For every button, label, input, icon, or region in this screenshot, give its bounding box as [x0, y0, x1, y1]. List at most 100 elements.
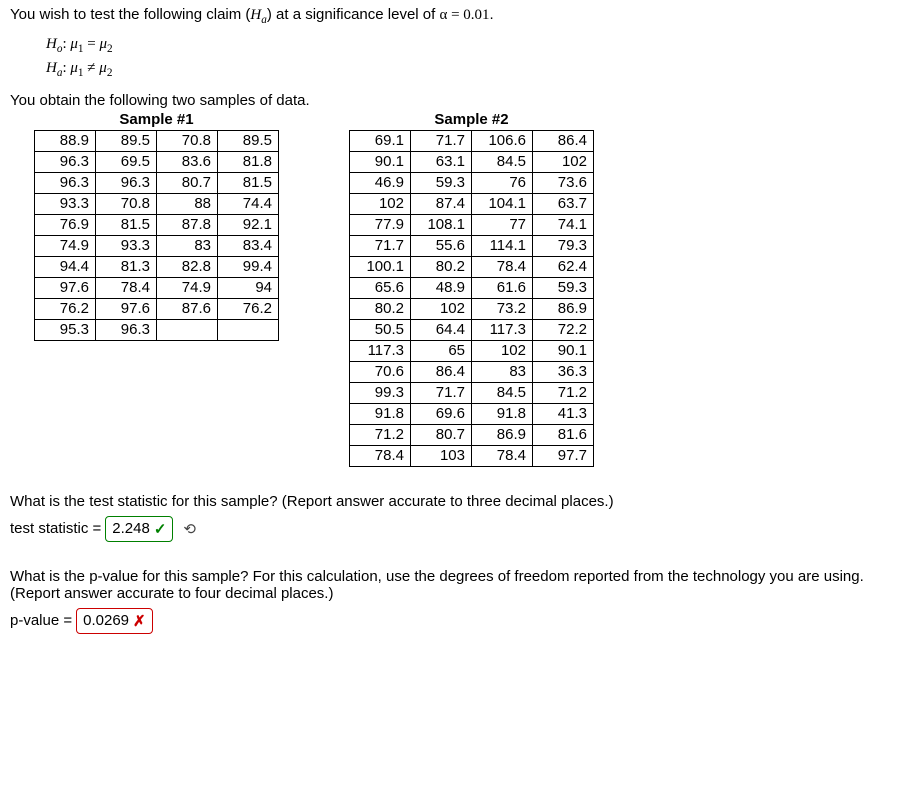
table-cell: 62.4	[533, 256, 594, 277]
table-cell: 83	[157, 235, 218, 256]
table-row: 90.163.184.5102	[350, 151, 594, 172]
check-icon: ✓	[154, 520, 167, 538]
table-cell: 96.3	[35, 151, 96, 172]
table-cell: 78.4	[350, 445, 411, 466]
cross-icon: ✗	[133, 612, 146, 630]
table-row: 91.869.691.841.3	[350, 403, 594, 424]
table-cell: 76.2	[218, 298, 279, 319]
question-2: What is the p-value for this sample? For…	[10, 568, 887, 634]
table-cell: 92.1	[218, 214, 279, 235]
table-row: 93.370.88874.4	[35, 193, 279, 214]
table-row: 65.648.961.659.3	[350, 277, 594, 298]
sample1-block: Sample #1 88.989.570.889.596.369.583.681…	[34, 111, 279, 341]
table-cell: 65.6	[350, 277, 411, 298]
table-cell: 81.3	[96, 256, 157, 277]
table-cell: 77.9	[350, 214, 411, 235]
table-row: 71.280.786.981.6	[350, 424, 594, 445]
q1-answer-input[interactable]: 2.248 ✓	[105, 516, 173, 542]
table-row: 95.396.3	[35, 319, 279, 340]
hypotheses-block: Ho: μ1 = μ2 Ha: μ1 ≠ μ2	[46, 34, 887, 82]
table-cell: 70.8	[96, 193, 157, 214]
table-cell: 80.2	[350, 298, 411, 319]
table-cell: 76.2	[35, 298, 96, 319]
table-cell: 108.1	[411, 214, 472, 235]
table-cell: 71.7	[350, 235, 411, 256]
table-cell: 59.3	[411, 172, 472, 193]
null-hypothesis: Ho: μ1 = μ2	[46, 34, 887, 58]
table-cell: 86.9	[533, 298, 594, 319]
table-cell: 81.6	[533, 424, 594, 445]
table-cell: 83.4	[218, 235, 279, 256]
sample1-title: Sample #1	[34, 111, 279, 128]
alt-hypothesis: Ha: μ1 ≠ μ2	[46, 58, 887, 82]
table-row: 94.481.382.899.4	[35, 256, 279, 277]
table-cell: 94	[218, 277, 279, 298]
table-cell: 77	[472, 214, 533, 235]
table-cell: 69.1	[350, 130, 411, 151]
table-cell: 36.3	[533, 361, 594, 382]
table-cell: 86.4	[533, 130, 594, 151]
table-cell: 106.6	[472, 130, 533, 151]
intro-line: You wish to test the following claim (Ha…	[10, 6, 887, 26]
table-cell: 71.2	[350, 424, 411, 445]
table-cell: 59.3	[533, 277, 594, 298]
q1-label: test statistic =	[10, 520, 101, 537]
table-row: 88.989.570.889.5	[35, 130, 279, 151]
table-cell: 64.4	[411, 319, 472, 340]
table-cell: 63.7	[533, 193, 594, 214]
retry-icon[interactable]: ⟲	[183, 520, 196, 538]
table-cell: 95.3	[35, 319, 96, 340]
table-cell: 96.3	[96, 172, 157, 193]
sample1-table: 88.989.570.889.596.369.583.681.896.396.3…	[34, 130, 279, 341]
intro-text-pre: You wish to test the following claim (	[10, 6, 250, 23]
table-cell: 46.9	[350, 172, 411, 193]
q2-value: 0.0269	[83, 612, 129, 629]
q1-value: 2.248	[112, 520, 150, 537]
table-cell: 104.1	[472, 193, 533, 214]
table-cell: 61.6	[472, 277, 533, 298]
table-row: 76.297.687.676.2	[35, 298, 279, 319]
q2-answer-line: p-value = 0.0269 ✗	[10, 608, 887, 634]
table-cell: 89.5	[218, 130, 279, 151]
table-cell: 73.2	[472, 298, 533, 319]
table-cell: 91.8	[472, 403, 533, 424]
table-cell	[218, 319, 279, 340]
table-cell: 70.8	[157, 130, 218, 151]
sample2-title: Sample #2	[349, 111, 594, 128]
table-row: 74.993.38383.4	[35, 235, 279, 256]
table-cell: 114.1	[472, 235, 533, 256]
table-cell: 55.6	[411, 235, 472, 256]
table-row: 117.36510290.1	[350, 340, 594, 361]
table-cell: 87.4	[411, 193, 472, 214]
table-cell: 80.7	[157, 172, 218, 193]
table-cell: 41.3	[533, 403, 594, 424]
table-cell: 50.5	[350, 319, 411, 340]
table-cell: 102	[472, 340, 533, 361]
table-row: 46.959.37673.6	[350, 172, 594, 193]
table-cell: 81.8	[218, 151, 279, 172]
table-cell: 117.3	[472, 319, 533, 340]
table-cell: 74.9	[35, 235, 96, 256]
table-row: 50.564.4117.372.2	[350, 319, 594, 340]
table-cell: 78.4	[472, 445, 533, 466]
table-cell: 89.5	[96, 130, 157, 151]
q1-prompt: What is the test statistic for this samp…	[10, 493, 887, 510]
q1-answer-line: test statistic = 2.248 ✓ ⟲	[10, 516, 887, 542]
table-row: 10287.4104.163.7	[350, 193, 594, 214]
table-cell: 97.6	[96, 298, 157, 319]
table-row: 69.171.7106.686.4	[350, 130, 594, 151]
table-cell: 93.3	[96, 235, 157, 256]
table-cell	[157, 319, 218, 340]
question-1: What is the test statistic for this samp…	[10, 493, 887, 542]
table-row: 78.410378.497.7	[350, 445, 594, 466]
table-row: 100.180.278.462.4	[350, 256, 594, 277]
table-cell: 80.2	[411, 256, 472, 277]
table-row: 97.678.474.994	[35, 277, 279, 298]
table-cell: 102	[350, 193, 411, 214]
table-cell: 88	[157, 193, 218, 214]
table-cell: 81.5	[218, 172, 279, 193]
q2-answer-input[interactable]: 0.0269 ✗	[76, 608, 152, 634]
table-row: 99.371.784.571.2	[350, 382, 594, 403]
table-cell: 81.5	[96, 214, 157, 235]
table-row: 70.686.48336.3	[350, 361, 594, 382]
